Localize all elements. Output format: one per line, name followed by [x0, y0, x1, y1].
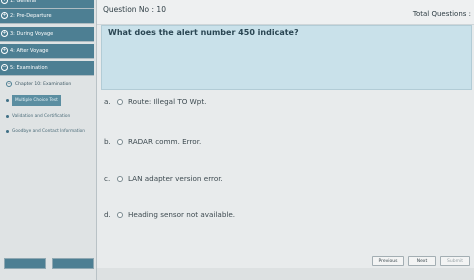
- radio-button[interactable]: [117, 212, 123, 218]
- option-letter: d.: [104, 210, 111, 219]
- question-header: Question No : 10 Total Questions :: [97, 0, 474, 25]
- bullet-icon: [6, 99, 9, 102]
- option-letter: a.: [104, 97, 111, 106]
- radio-button[interactable]: [117, 176, 123, 182]
- plus-icon: +: [1, 12, 8, 19]
- previous-button[interactable]: Previous: [372, 256, 404, 266]
- total-questions: Total Questions :: [412, 10, 471, 18]
- sidebar-item-during-voyage[interactable]: + 3: During Voyage: [0, 27, 94, 42]
- option-text: Route: Illegal TO Wpt.: [128, 97, 207, 106]
- question-box: What does the alert number 450 indicate?: [101, 25, 472, 90]
- radio-button[interactable]: [117, 99, 123, 105]
- option-letter: b.: [104, 137, 111, 146]
- sidebar-item-label: 5: Examination: [10, 65, 48, 71]
- plus-icon: +: [1, 0, 8, 4]
- sidebar-item-label: 4: After Voyage: [10, 48, 49, 54]
- leaf-label: Multiple Choice Test: [12, 95, 61, 106]
- sidebar-item-label: 3: During Voyage: [10, 31, 54, 37]
- sidebar-item-examination[interactable]: − 5: Examination: [0, 61, 94, 76]
- leaf-label: Goodbye and Contact Information: [12, 129, 86, 134]
- sidebar-item-after-voyage[interactable]: + 4: After Voyage: [0, 44, 94, 59]
- leaf-label: Validation and Certification: [12, 114, 71, 119]
- sidebar-button-left[interactable]: [4, 258, 46, 269]
- sidebar-item-label: 1: General: [10, 0, 37, 4]
- minus-icon: −: [6, 81, 12, 87]
- question-text: What does the alert number 450 indicate?: [108, 28, 299, 37]
- sidebar-item-pre-departure[interactable]: + 2: Pre-Departure: [0, 9, 94, 24]
- question-number: Question No : 10: [103, 5, 166, 14]
- bullet-icon: [6, 115, 9, 118]
- plus-icon: +: [1, 47, 8, 54]
- minus-icon: −: [1, 64, 8, 71]
- sidebar-chapter-examination[interactable]: − Chapter 10: Examination: [2, 79, 94, 90]
- sidebar-leaf-goodbye[interactable]: Goodbye and Contact Information: [6, 126, 96, 137]
- submit-button[interactable]: Submit: [440, 256, 470, 266]
- bullet-icon: [6, 130, 9, 133]
- next-button[interactable]: Next: [408, 256, 436, 266]
- sidebar-item-label: 2: Pre-Departure: [10, 13, 52, 19]
- sidebar-button-right[interactable]: [52, 258, 94, 269]
- option-letter: c.: [104, 174, 111, 183]
- radio-button[interactable]: [117, 139, 123, 145]
- bottom-bar: [97, 268, 474, 280]
- option-text: LAN adapter version error.: [128, 174, 223, 183]
- option-text: RADAR comm. Error.: [128, 137, 202, 146]
- sidebar-item-general[interactable]: + 1: General: [0, 0, 94, 9]
- sidebar: + 1: General + 2: Pre-Departure + 3: Dur…: [0, 0, 97, 280]
- option-text: Heading sensor not available.: [128, 210, 236, 219]
- plus-icon: +: [1, 30, 8, 37]
- chapter-label: Chapter 10: Examination: [15, 82, 72, 87]
